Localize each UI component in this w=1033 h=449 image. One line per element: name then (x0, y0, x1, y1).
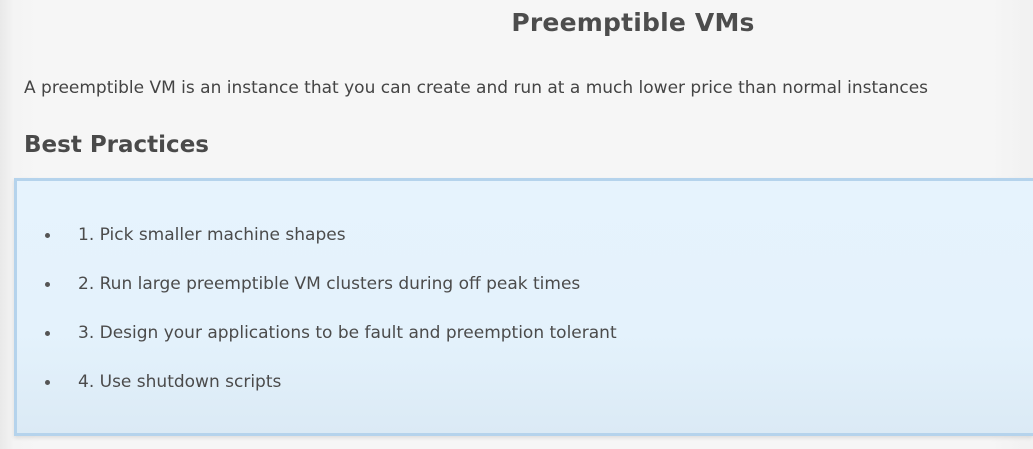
section-heading: Best Practices (24, 132, 209, 158)
intro-text: A preemptible VM is an instance that you… (24, 78, 929, 98)
list-item-text: 3. Design your applications to be fault … (78, 323, 617, 343)
best-practices-list: 1. Pick smaller machine shapes 2. Run la… (45, 223, 617, 419)
page-title: Preemptible VMs (511, 8, 755, 37)
bullet-icon (45, 379, 50, 385)
bullet-icon (45, 232, 50, 238)
list-item-text: 1. Pick smaller machine shapes (78, 225, 346, 245)
list-item: 1. Pick smaller machine shapes (45, 223, 617, 247)
list-item-text: 4. Use shutdown scripts (78, 372, 282, 392)
list-item-text: 2. Run large preemptible VM clusters dur… (78, 274, 581, 294)
list-item: 4. Use shutdown scripts (45, 370, 617, 394)
list-item: 3. Design your applications to be fault … (45, 321, 617, 345)
bullet-icon (45, 281, 50, 287)
best-practices-callout: 1. Pick smaller machine shapes 2. Run la… (14, 178, 1033, 436)
bullet-icon (45, 330, 50, 336)
list-item: 2. Run large preemptible VM clusters dur… (45, 272, 617, 296)
